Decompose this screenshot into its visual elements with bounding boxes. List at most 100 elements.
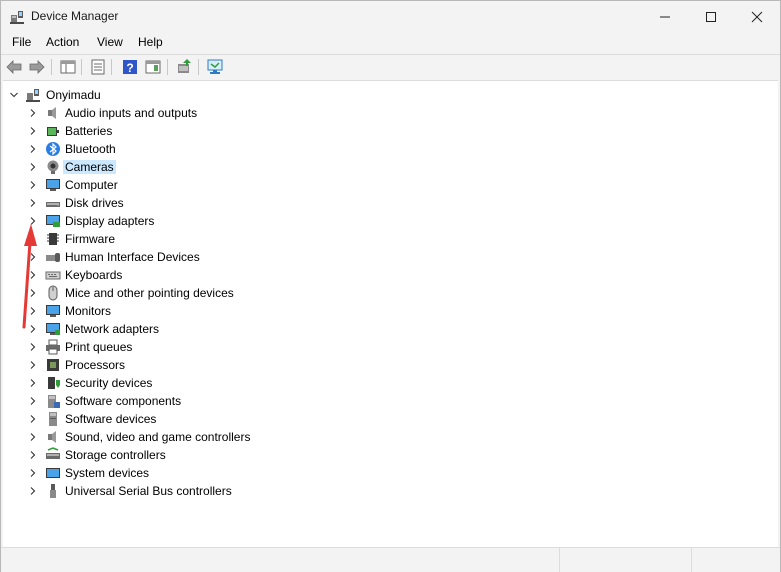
toolbar-separator bbox=[51, 59, 52, 75]
expand-chevron-icon[interactable] bbox=[28, 266, 38, 284]
expand-chevron-icon[interactable] bbox=[28, 464, 38, 482]
tree-category-row[interactable]: Firmware bbox=[3, 230, 778, 248]
tree-category-row[interactable]: System devices bbox=[3, 464, 778, 482]
minimize-icon bbox=[660, 16, 670, 17]
computer-tower-icon bbox=[25, 87, 41, 103]
menu-file[interactable]: File bbox=[10, 35, 33, 49]
update-driver-icon[interactable] bbox=[175, 58, 193, 76]
tree-category-row[interactable]: Keyboards bbox=[3, 266, 778, 284]
toolbar: ? bbox=[1, 55, 780, 79]
device-manager-app-icon bbox=[9, 9, 25, 25]
tree-category-label: Audio inputs and outputs bbox=[65, 106, 198, 120]
tree-category-row[interactable]: Display adapters bbox=[3, 212, 778, 230]
expand-chevron-icon[interactable] bbox=[28, 482, 38, 500]
minimize-button[interactable] bbox=[642, 1, 688, 32]
collapse-chevron-icon[interactable] bbox=[9, 86, 19, 104]
tree-category-row[interactable]: Print queues bbox=[3, 338, 778, 356]
close-button[interactable] bbox=[734, 1, 780, 32]
expand-chevron-icon[interactable] bbox=[28, 374, 38, 392]
storage-controller-icon bbox=[45, 447, 61, 463]
tree-category-label: Display adapters bbox=[65, 214, 155, 228]
status-cell bbox=[691, 548, 780, 572]
tree-category-row[interactable]: Software devices bbox=[3, 410, 778, 428]
expand-chevron-icon[interactable] bbox=[28, 158, 38, 176]
expand-chevron-icon[interactable] bbox=[28, 320, 38, 338]
menu-action[interactable]: Action bbox=[44, 35, 81, 49]
tree-root-row[interactable]: Onyimadu bbox=[3, 86, 778, 104]
monitor-icon bbox=[45, 177, 61, 193]
menu-view[interactable]: View bbox=[95, 35, 125, 49]
menu-help[interactable]: Help bbox=[136, 35, 165, 49]
tree-category-label: Network adapters bbox=[65, 322, 160, 336]
bluetooth-icon bbox=[45, 141, 61, 157]
toolbar-separator bbox=[81, 59, 82, 75]
tree-category-row[interactable]: Cameras bbox=[3, 158, 778, 176]
toolbar-separator bbox=[198, 59, 199, 75]
tree-category-row[interactable]: Sound, video and game controllers bbox=[3, 428, 778, 446]
back-arrow-icon[interactable] bbox=[5, 58, 23, 76]
properties-icon[interactable] bbox=[89, 58, 107, 76]
tree-category-label: Disk drives bbox=[65, 196, 124, 210]
tree-category-label: Software components bbox=[65, 394, 182, 408]
tree-category-label: System devices bbox=[65, 466, 150, 480]
tree-category-row[interactable]: Bluetooth bbox=[3, 140, 778, 158]
help-icon[interactable]: ? bbox=[121, 58, 139, 76]
maximize-icon bbox=[706, 11, 716, 22]
display-adapter-icon bbox=[45, 213, 61, 229]
title-bar[interactable]: Device Manager bbox=[1, 1, 780, 32]
device-manager-window: Device Manager File Action View Help ? O… bbox=[0, 0, 781, 572]
maximize-button[interactable] bbox=[688, 1, 734, 32]
expand-chevron-icon[interactable] bbox=[28, 338, 38, 356]
expand-chevron-icon[interactable] bbox=[28, 104, 38, 122]
show-hide-console-tree-icon[interactable] bbox=[59, 58, 77, 76]
monitor-icon bbox=[45, 303, 61, 319]
expand-chevron-icon[interactable] bbox=[28, 212, 38, 230]
chip-icon bbox=[45, 231, 61, 247]
network-adapter-icon bbox=[45, 321, 61, 337]
tree-category-row[interactable]: Monitors bbox=[3, 302, 778, 320]
expand-chevron-icon[interactable] bbox=[28, 194, 38, 212]
scan-hardware-icon[interactable] bbox=[206, 58, 224, 76]
expand-chevron-icon[interactable] bbox=[28, 410, 38, 428]
device-tree[interactable]: Onyimadu Audio inputs and outputs Batteri… bbox=[3, 80, 778, 547]
expand-chevron-icon[interactable] bbox=[28, 176, 38, 194]
tree-category-row[interactable]: Disk drives bbox=[3, 194, 778, 212]
tree-category-row[interactable]: Human Interface Devices bbox=[3, 248, 778, 266]
svg-text:?: ? bbox=[126, 61, 133, 75]
tree-category-row[interactable]: Mice and other pointing devices bbox=[3, 284, 778, 302]
expand-chevron-icon[interactable] bbox=[28, 140, 38, 158]
menu-bar: File Action View Help bbox=[1, 32, 780, 54]
expand-chevron-icon[interactable] bbox=[28, 392, 38, 410]
tree-category-row[interactable]: Batteries bbox=[3, 122, 778, 140]
printer-icon bbox=[45, 339, 61, 355]
tree-category-row[interactable]: Computer bbox=[3, 176, 778, 194]
expand-chevron-icon[interactable] bbox=[28, 230, 38, 248]
expand-chevron-icon[interactable] bbox=[28, 284, 38, 302]
tree-category-label: Human Interface Devices bbox=[65, 250, 200, 264]
close-icon bbox=[751, 11, 763, 22]
tree-category-row[interactable]: Network adapters bbox=[3, 320, 778, 338]
expand-chevron-icon[interactable] bbox=[28, 302, 38, 320]
tree-category-label: Universal Serial Bus controllers bbox=[65, 484, 232, 498]
expand-chevron-icon[interactable] bbox=[28, 356, 38, 374]
tree-category-row[interactable]: Processors bbox=[3, 356, 778, 374]
expand-chevron-icon[interactable] bbox=[28, 446, 38, 464]
tree-category-row[interactable]: Security devices bbox=[3, 374, 778, 392]
battery-icon bbox=[45, 123, 61, 139]
tree-category-label: Security devices bbox=[65, 376, 153, 390]
expand-chevron-icon[interactable] bbox=[28, 248, 38, 266]
tree-category-row[interactable]: Software components bbox=[3, 392, 778, 410]
show-action-pane-icon[interactable] bbox=[144, 58, 162, 76]
tree-category-label: Computer bbox=[65, 178, 118, 192]
tree-category-row[interactable]: Storage controllers bbox=[3, 446, 778, 464]
expand-chevron-icon[interactable] bbox=[28, 122, 38, 140]
tree-category-row[interactable]: Audio inputs and outputs bbox=[3, 104, 778, 122]
toolbar-separator bbox=[111, 59, 112, 75]
tree-category-label: Bluetooth bbox=[65, 142, 116, 156]
tree-category-label: Processors bbox=[65, 358, 126, 372]
tree-category-row[interactable]: Universal Serial Bus controllers bbox=[3, 482, 778, 500]
tree-root-label: Onyimadu bbox=[46, 88, 101, 102]
expand-chevron-icon[interactable] bbox=[28, 428, 38, 446]
forward-arrow-icon[interactable] bbox=[28, 58, 46, 76]
tree-category-label: Batteries bbox=[65, 124, 113, 138]
